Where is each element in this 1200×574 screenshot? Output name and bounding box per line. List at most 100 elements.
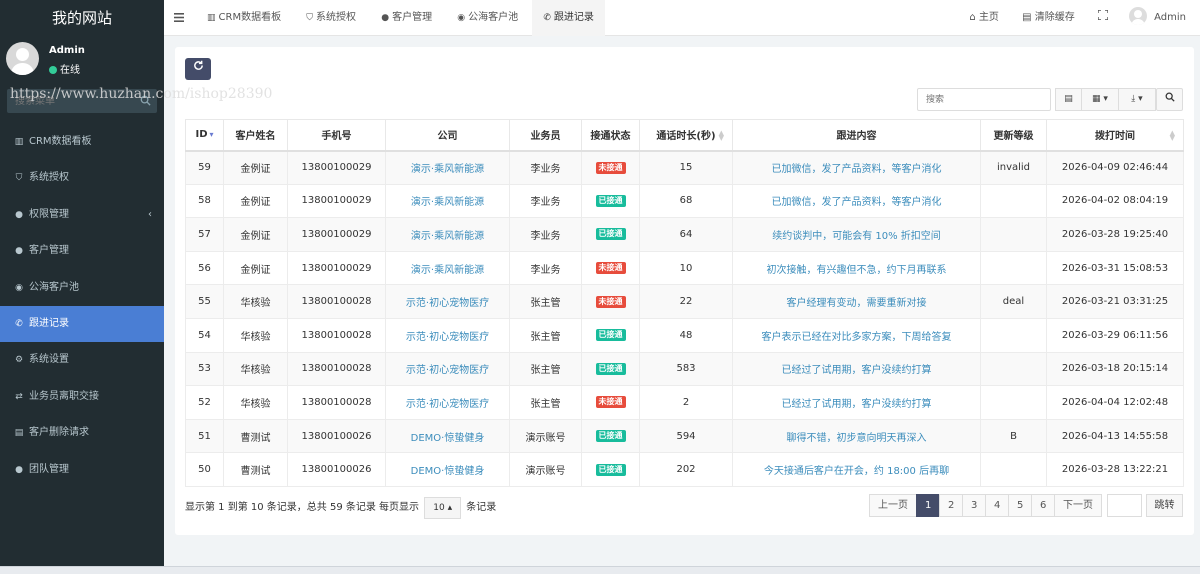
site-brand[interactable]: 我的网站 — [0, 0, 164, 36]
col-header-time[interactable]: 拨打时间 ▲ ▼ — [1046, 119, 1184, 152]
tab-system-auth[interactable]: ⛉ 系统授权 — [295, 0, 367, 36]
sidebar-item-public-pool[interactable]: ◉ 公海客户池 — [0, 270, 164, 306]
table-row[interactable]: 54 华核验 13800100028 示范·初心宠物医疗 张主管 已接通 48 客户表示已经在… — [185, 317, 1184, 353]
sidebar-item-delete-requests[interactable]: ▤ 客户删除请求 — [0, 415, 164, 451]
content-panel: ▤▦ ▾⤓ ▾ ID▾ 客户姓名 手机号 公司 业务员 接通状态 通话时长(秒)… — [175, 47, 1194, 535]
sidebar-item-label: 公海客户池 — [29, 281, 79, 293]
cell-content-value[interactable]: 已经过了试用期，客户没续约打算 — [782, 399, 932, 410]
cell-customer-name: 华核验 — [223, 351, 288, 387]
cell-time-value: 2026-03-28 13:22:21 — [1061, 464, 1169, 476]
cell-company-value[interactable]: 演示·乘风新能源 — [411, 164, 484, 175]
table-row[interactable]: 51 曹测试 13800100026 DEMO·惊蛰健身 演示账号 已接通 594 聊得不错，… — [185, 418, 1184, 454]
cell-company-value[interactable]: 演示·乘风新能源 — [411, 231, 484, 242]
caret-down-icon: ▾ — [1103, 94, 1108, 104]
cell-content-value[interactable]: 今天接通后客户在开会，约 18:00 后再聊 — [764, 466, 949, 477]
page-button[interactable]: 4 — [985, 494, 1009, 517]
cell-content-value[interactable]: 客户表示已经在对比多家方案，下周给答复 — [762, 332, 952, 343]
page-button[interactable]: 2 — [939, 494, 963, 517]
header-label: 跟进内容 — [836, 131, 877, 143]
home-button[interactable]: ⌂ 主页 — [959, 0, 1009, 36]
col-header-duration[interactable]: 通话时长(秒) ▲ ▼ — [639, 119, 733, 152]
menu-toggle-icon[interactable] — [174, 11, 184, 25]
columns-button[interactable]: ▦ ▾ — [1081, 88, 1119, 111]
toggle-view-button[interactable]: ▤ — [1055, 88, 1082, 111]
fullscreen-button[interactable] — [1088, 0, 1118, 36]
sidebar-item-label: CRM数据看板 — [29, 136, 92, 147]
jump-page-input[interactable] — [1107, 494, 1142, 517]
users-icon: ● — [15, 246, 23, 257]
clear-cache-label: 清除缓存 — [1034, 12, 1075, 23]
cell-content-value[interactable]: 已经过了试用期，客户没续约打算 — [782, 365, 932, 376]
list-icon: ▤ — [1064, 94, 1073, 104]
cell-company-value[interactable]: 示范·初心宠物医疗 — [406, 365, 489, 376]
cell-content-value[interactable]: 续约谈判中，可能会有 10% 折扣空间 — [772, 231, 941, 242]
sidebar-menu: ▥ CRM数据看板 ⛉ 系统授权 ● 权限管理 ‹ ● 客户管理 ◉ 公海客户池 ✆ 跟进记录… — [0, 124, 164, 488]
cell-company: 示范·初心宠物医疗 — [385, 317, 510, 353]
export-button[interactable]: ⤓ ▾ — [1118, 88, 1156, 111]
tab-customers[interactable]: ● 客户管理 — [370, 0, 443, 36]
sidebar-item-system-auth[interactable]: ⛉ 系统授权 — [0, 160, 164, 196]
home-icon: ⌂ — [969, 12, 976, 23]
page-button[interactable]: 5 — [1008, 494, 1032, 517]
cell-company-value[interactable]: 演示·乘风新能源 — [411, 265, 484, 276]
users-icon: ● — [15, 464, 23, 475]
cell-content: 续约谈判中，可能会有 10% 折扣空间 — [732, 217, 981, 252]
sidebar-item-permissions[interactable]: ● 权限管理 ‹ — [0, 197, 164, 233]
cell-id-value: 59 — [198, 162, 211, 174]
tab-follow-up[interactable]: ✆ 跟进记录 — [532, 0, 605, 36]
users-icon: ● — [381, 13, 390, 23]
table-row[interactable]: 59 金例证 13800100029 演示·乘风新能源 李业务 未接通 15 已加微信，发了产… — [185, 150, 1184, 185]
cell-phone-value: 13800100026 — [301, 464, 372, 476]
table-row[interactable]: 57 金例证 13800100029 演示·乘风新能源 李业务 已接通 64 续约谈判中，可能… — [185, 217, 1184, 252]
page-button[interactable]: 1 — [916, 494, 940, 517]
table-row[interactable]: 55 华核验 13800100028 示范·初心宠物医疗 张主管 未接通 22 客户经理有变动… — [185, 284, 1184, 319]
table-row[interactable]: 58 金例证 13800100029 演示·乘风新能源 李业务 已接通 68 已加微信，发了产… — [185, 183, 1184, 219]
status-badge: 已接通 — [595, 329, 626, 342]
cell-content-value[interactable]: 已加微信，发了产品资料，等客户消化 — [772, 197, 942, 208]
advanced-search-button[interactable] — [1156, 88, 1183, 111]
col-header-id[interactable]: ID ▾ — [185, 119, 224, 152]
jump-button[interactable]: 跳转 — [1146, 494, 1183, 517]
cell-content-value[interactable]: 聊得不错，初步意向明天再深入 — [787, 433, 927, 444]
cell-content-value[interactable]: 初次接触，有兴趣但不急，约下月再联系 — [767, 265, 947, 276]
cell-level-value: invalid — [996, 162, 1031, 174]
tab-public-pool[interactable]: ◉ 公海客户池 — [446, 0, 529, 36]
cell-content-value[interactable]: 已加微信，发了产品资料，等客户消化 — [772, 164, 942, 175]
cell-company-value[interactable]: 示范·初心宠物医疗 — [406, 332, 489, 343]
cell-company-value[interactable]: 示范·初心宠物医疗 — [406, 399, 489, 410]
sidebar-item-settings[interactable]: ⚙ 系统设置 — [0, 342, 164, 378]
sidebar-item-follow-up[interactable]: ✆ 跟进记录 — [0, 305, 164, 343]
prev-page-button[interactable]: 上一页 — [869, 494, 917, 517]
cell-company-value[interactable]: DEMO·惊蛰健身 — [411, 433, 485, 444]
table-row[interactable]: 50 曹测试 13800100026 DEMO·惊蛰健身 演示账号 已接通 202 今天接通后… — [185, 452, 1184, 487]
page-button[interactable]: 3 — [962, 494, 986, 517]
cell-customer-name-value: 华核验 — [240, 331, 271, 343]
table-row[interactable]: 52 华核验 13800100028 示范·初心宠物医疗 张主管 未接通 2 已经过了试用期，… — [185, 385, 1184, 420]
cell-company-value[interactable]: DEMO·惊蛰健身 — [411, 466, 485, 477]
cell-company-value[interactable]: 演示·乘风新能源 — [411, 197, 484, 208]
clear-cache-button[interactable]: ▤ 清除缓存 — [1012, 0, 1085, 36]
sidebar-item-customers[interactable]: ● 客户管理 — [0, 233, 164, 269]
cell-duration: 68 — [639, 183, 733, 219]
user-menu[interactable]: Admin — [1121, 0, 1200, 36]
next-page-button[interactable]: 下一页 — [1054, 494, 1102, 517]
page-button[interactable]: 6 — [1031, 494, 1055, 517]
cell-rep-value: 张主管 — [530, 365, 561, 377]
cell-status: 已接通 — [581, 452, 640, 487]
sidebar-item-crm-dashboard[interactable]: ▥ CRM数据看板 — [0, 124, 164, 160]
refresh-button[interactable] — [185, 58, 211, 80]
sidebar-item-team[interactable]: ● 团队管理 — [0, 452, 164, 488]
table-search-input[interactable] — [917, 88, 1051, 111]
tab-label: CRM数据看板 — [218, 12, 282, 23]
page-size-select[interactable]: 10 ▴ — [424, 497, 462, 519]
cell-content-value[interactable]: 客户经理有变动，需要重新对接 — [787, 298, 927, 309]
sidebar-item-handover[interactable]: ⇄ 业务员离职交接 — [0, 379, 164, 415]
cell-rep-value: 张主管 — [530, 331, 561, 343]
table-row[interactable]: 56 金例证 13800100029 演示·乘风新能源 李业务 未接通 10 初次接触，有兴趣… — [185, 250, 1184, 286]
cell-company-value[interactable]: 示范·初心宠物医疗 — [406, 298, 489, 309]
cell-level: B — [980, 418, 1047, 454]
refresh-icon — [193, 60, 203, 70]
shield-icon: ⛉ — [306, 13, 314, 23]
table-row[interactable]: 53 华核验 13800100028 示范·初心宠物医疗 张主管 已接通 583 已经过了试用… — [185, 351, 1184, 387]
tab-crm-dashboard[interactable]: ▥ CRM数据看板 — [196, 0, 292, 36]
